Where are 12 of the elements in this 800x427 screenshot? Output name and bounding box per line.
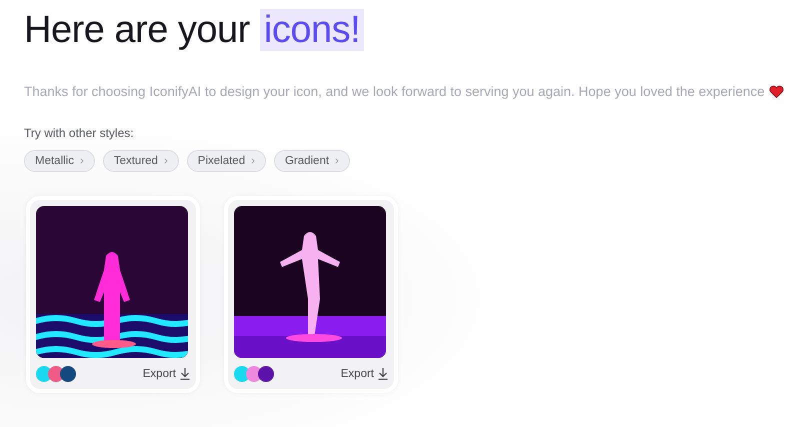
export-button[interactable]: Export	[142, 366, 190, 384]
style-chip[interactable]: Gradient ›	[274, 150, 350, 172]
styles-label: Try with other styles:	[24, 124, 135, 142]
style-chip[interactable]: Metallic ›	[24, 150, 95, 172]
heart-icon	[768, 84, 784, 99]
style-chip[interactable]: Textured ›	[102, 150, 179, 172]
heading: Here are your icons!	[24, 9, 364, 51]
style-chip[interactable]: Pixelated ›	[186, 150, 266, 172]
thank-you-message: Thanks for choosing IconifyAI to design your icon, and we look forward to serving you again. Hope you loved the experience	[24, 82, 765, 101]
export-button[interactable]: Export	[340, 366, 388, 384]
download-icon	[378, 368, 388, 380]
download-icon	[180, 368, 190, 380]
